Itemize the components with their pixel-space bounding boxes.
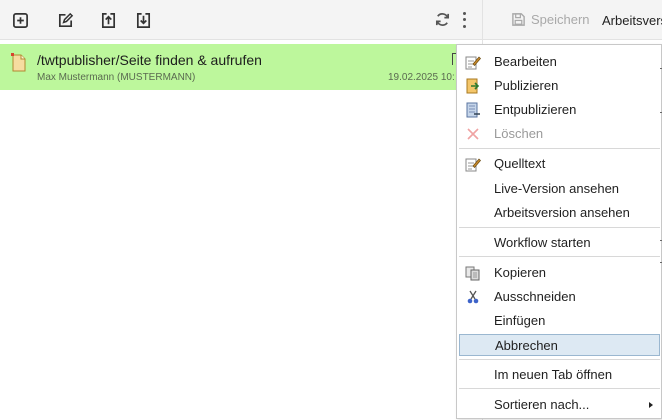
menu-label: Quelltext xyxy=(494,156,546,171)
menu-label: Bearbeiten xyxy=(494,54,557,69)
menu-label: Einfügen xyxy=(494,313,546,328)
source-icon xyxy=(465,158,481,172)
menu-label: Im neuen Tab öffnen xyxy=(494,367,613,382)
edit-pencil-icon xyxy=(465,56,481,70)
edit-icon[interactable] xyxy=(56,11,74,29)
page-document-icon xyxy=(11,53,26,72)
menu-item-abbrechen[interactable]: Abbrechen xyxy=(459,334,660,356)
menu-label: Ausschneiden xyxy=(494,289,576,304)
page-date: 19.02.2025 10: xyxy=(388,72,455,83)
page-path: /twtpublisher/Seite finden & aufrufen xyxy=(37,52,262,68)
menu-item-bearbeiten[interactable]: Bearbeiten xyxy=(457,50,662,72)
submenu-arrow-icon xyxy=(649,402,653,408)
menu-label: Löschen xyxy=(494,126,544,141)
menu-separator xyxy=(459,256,660,257)
scissors-icon xyxy=(467,290,479,304)
menu-item-sortieren[interactable]: Sortieren nach... xyxy=(457,393,662,415)
menu-item-workflow[interactable]: Workflow starten xyxy=(457,231,662,253)
menu-item-neuer-tab[interactable]: Im neuen Tab öffnen xyxy=(457,363,662,385)
menu-separator xyxy=(459,388,660,389)
publish-icon xyxy=(466,78,480,94)
menu-separator xyxy=(459,359,660,360)
refresh-icon[interactable] xyxy=(434,11,452,29)
menu-item-einfuegen[interactable]: Einfügen xyxy=(457,309,662,331)
menu-item-publizieren[interactable]: Publizieren xyxy=(457,74,662,96)
copy-icon xyxy=(465,266,480,281)
menu-label: Arbeitsversion ansehen xyxy=(494,205,630,220)
download-icon[interactable] xyxy=(134,11,152,29)
menu-item-live-version[interactable]: Live-Version ansehen xyxy=(457,177,662,199)
save-label: Speichern xyxy=(531,12,590,27)
menu-item-ausschneiden[interactable]: Ausschneiden xyxy=(457,285,662,307)
menu-item-arbeitsversion[interactable]: Arbeitsversion ansehen xyxy=(457,201,662,223)
save-icon xyxy=(512,13,525,26)
menu-item-quelltext[interactable]: Quelltext xyxy=(457,152,662,174)
main-toolbar xyxy=(0,0,482,40)
menu-label: Abbrechen xyxy=(495,338,558,353)
menu-label: Live-Version ansehen xyxy=(494,181,620,196)
editor-toolbar: Speichern Arbeitsvers xyxy=(483,0,662,40)
menu-label: Sortieren nach... xyxy=(494,397,590,412)
arbeitsversion-tab[interactable]: Arbeitsvers xyxy=(602,13,662,28)
menu-label: Workflow starten xyxy=(494,235,591,250)
app-window: Speichern Arbeitsvers /twtpublisher/Seit… xyxy=(0,0,662,420)
menu-separator xyxy=(459,227,660,228)
page-author: Max Mustermann (MUSTERMANN) xyxy=(37,72,196,83)
menu-item-entpublizieren[interactable]: Entpublizieren xyxy=(457,98,662,120)
menu-separator xyxy=(459,148,660,149)
menu-item-kopieren[interactable]: Kopieren xyxy=(457,261,662,283)
menu-label: Entpublizieren xyxy=(494,102,577,117)
page-list-item[interactable]: /twtpublisher/Seite finden & aufrufen Ma… xyxy=(0,44,460,90)
save-button[interactable]: Speichern xyxy=(511,12,590,27)
menu-item-loeschen[interactable]: Löschen xyxy=(457,122,662,144)
menu-label: Kopieren xyxy=(494,265,547,280)
menu-label: Publizieren xyxy=(494,78,559,93)
context-menu: Bearbeiten Publizieren Entpublizieren Lö… xyxy=(456,44,662,419)
delete-x-icon xyxy=(467,128,479,140)
more-vertical-icon[interactable] xyxy=(459,10,469,30)
add-page-icon[interactable] xyxy=(11,11,29,29)
unpublish-icon xyxy=(466,102,480,118)
upload-icon[interactable] xyxy=(99,11,117,29)
